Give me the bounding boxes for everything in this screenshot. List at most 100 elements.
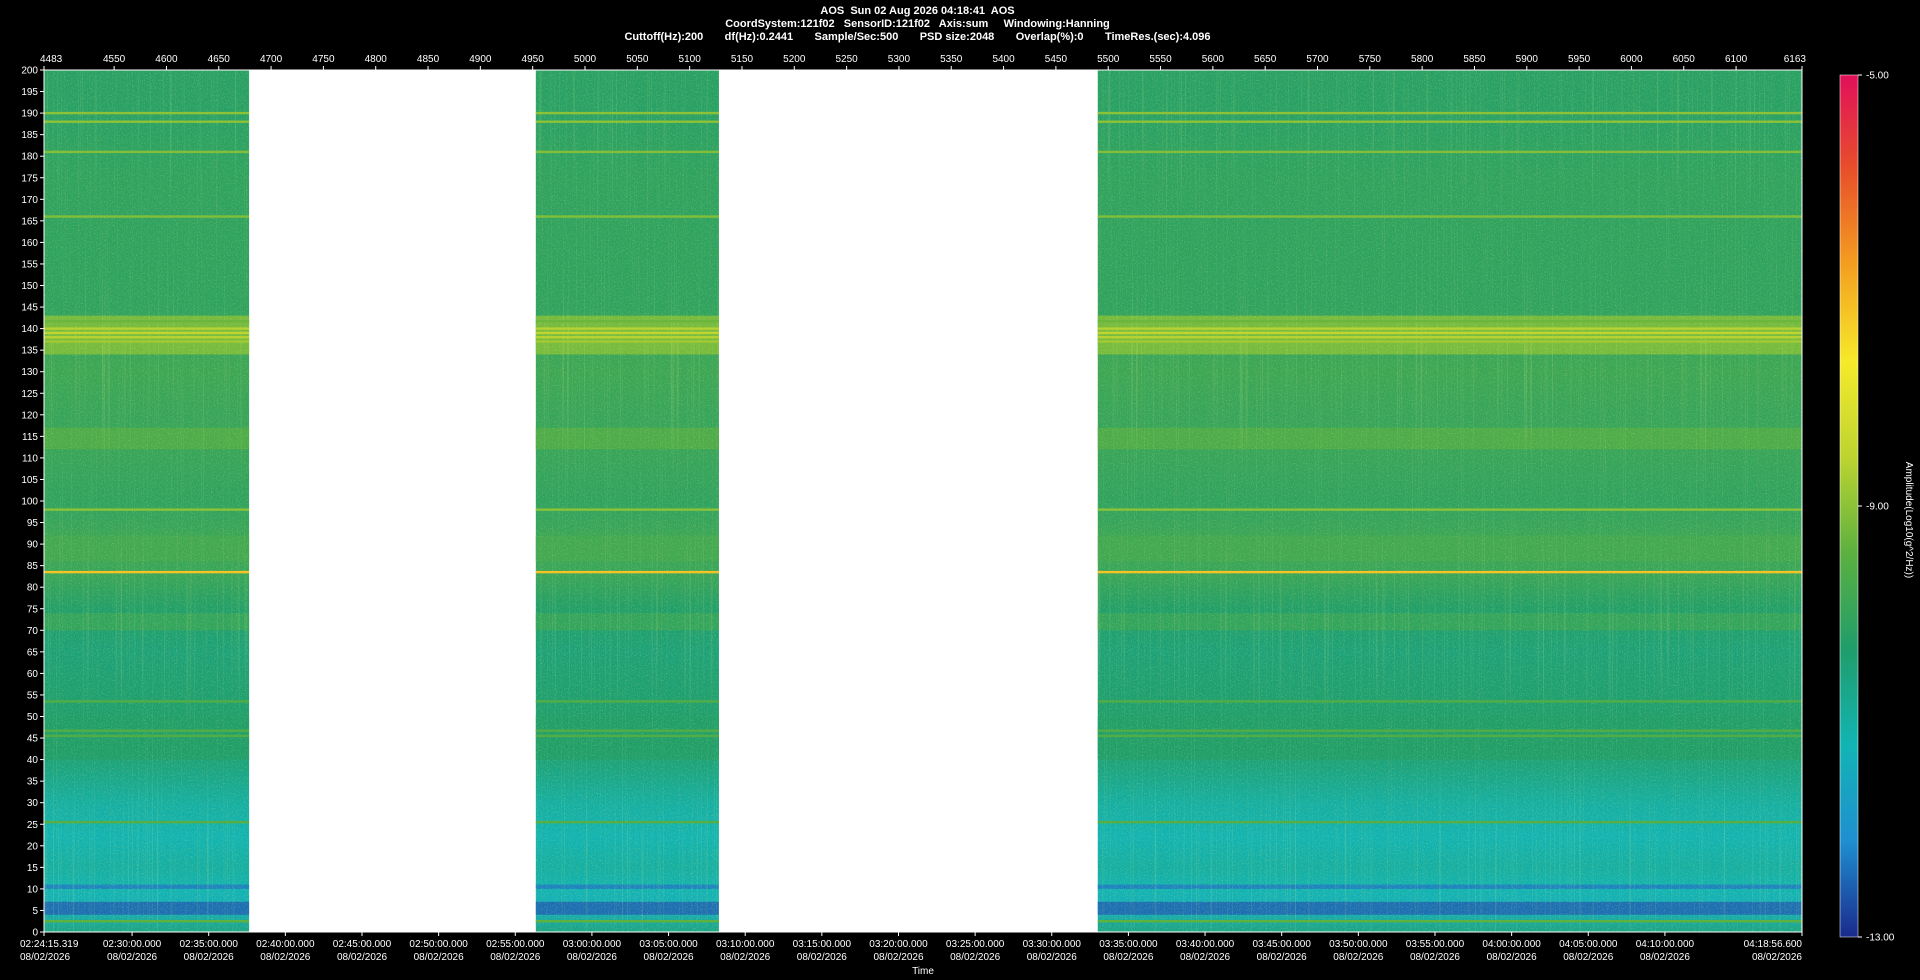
frequency-line	[44, 734, 250, 738]
y-tick-label: 125	[21, 389, 38, 400]
time-tick-label: 02:40:00.000	[256, 939, 315, 950]
time-tick-label: 02:30:00.000	[103, 939, 162, 950]
top-tick-label: 5400	[992, 54, 1015, 65]
y-tick-label: 70	[27, 626, 39, 637]
y-tick-label: 120	[21, 410, 38, 421]
y-tick-label: 175	[21, 173, 38, 184]
date-tick-label: 08/02/2026	[107, 952, 157, 963]
frequency-line	[44, 570, 250, 574]
frequency-line	[44, 111, 250, 115]
frequency-line	[44, 336, 250, 339]
texture-noise	[535, 70, 719, 932]
frequency-line	[44, 150, 250, 154]
frequency-line	[535, 729, 719, 732]
frequency-line	[535, 111, 719, 115]
frequency-line	[535, 508, 719, 511]
time-tick-label: 02:35:00.000	[180, 939, 239, 950]
date-tick-label: 08/02/2026	[1180, 952, 1230, 963]
frequency-line	[1097, 150, 1802, 154]
y-tick-label: 170	[21, 195, 38, 206]
date-tick-label: 08/02/2026	[414, 952, 464, 963]
top-tick-label: 5900	[1516, 54, 1539, 65]
frequency-line	[44, 215, 250, 218]
y-tick-label: 50	[27, 712, 39, 723]
top-tick-label: 4550	[103, 54, 126, 65]
y-tick-label: 25	[27, 820, 39, 831]
frequency-line	[535, 215, 719, 218]
time-tick-label: 03:00:00.000	[563, 939, 622, 950]
colorbar-tick-label: -5.00	[1866, 71, 1889, 82]
top-tick-label: 6163	[1784, 54, 1807, 65]
y-tick-label: 105	[21, 475, 38, 486]
frequency-line	[44, 820, 250, 824]
frequency-line	[1097, 700, 1802, 703]
y-tick-label: 85	[27, 561, 39, 572]
date-tick-label: 08/02/2026	[1257, 952, 1307, 963]
frequency-line	[535, 336, 719, 339]
frequency-line	[535, 700, 719, 703]
frequency-line	[1097, 340, 1802, 343]
spectrogram-segment	[44, 70, 250, 932]
y-tick-label: 115	[22, 432, 38, 443]
colorbar-tick-label: -9.00	[1866, 502, 1889, 513]
top-tick-label: 5650	[1254, 54, 1277, 65]
time-tick-label: 04:00:00.000	[1482, 939, 1541, 950]
top-tick-label: 5850	[1463, 54, 1486, 65]
date-tick-label: 08/02/2026	[1103, 952, 1153, 963]
spectrogram-segment	[1097, 70, 1802, 932]
y-tick-label: 5	[32, 906, 38, 917]
time-tick-label: 02:24:15.319	[20, 939, 79, 950]
y-tick-label: 150	[21, 281, 38, 292]
top-tick-label: 5800	[1411, 54, 1434, 65]
y-tick-label: 140	[21, 324, 38, 335]
top-tick-label: 5350	[940, 54, 963, 65]
frequency-line	[535, 327, 719, 330]
time-tick-label: 03:35:00.000	[1099, 939, 1158, 950]
y-tick-label: 60	[27, 669, 39, 680]
top-tick-label: 6000	[1620, 54, 1643, 65]
top-tick-label: 6100	[1725, 54, 1748, 65]
y-tick-label: 130	[21, 367, 38, 378]
date-tick-label: 08/02/2026	[1027, 952, 1077, 963]
frequency-line	[1097, 734, 1802, 738]
top-tick-label: 4650	[208, 54, 231, 65]
time-tick-label: 03:10:00.000	[716, 939, 775, 950]
date-tick-label: 08/02/2026	[720, 952, 770, 963]
top-tick-label: 4850	[417, 54, 440, 65]
y-tick-label: 155	[21, 259, 38, 270]
date-tick-label: 08/02/2026	[1333, 952, 1383, 963]
y-tick-label: 55	[27, 690, 39, 701]
frequency-line	[1097, 327, 1802, 330]
time-tick-label: 03:55:00.000	[1406, 939, 1465, 950]
frequency-line	[535, 920, 719, 923]
frequency-line	[535, 320, 719, 323]
colorbar-label: Amplitude(Log10(g^2/Hz))	[1903, 462, 1914, 578]
top-tick-label: 5300	[888, 54, 911, 65]
frequency-line	[44, 120, 250, 123]
frequency-line	[535, 331, 719, 335]
y-tick-label: 100	[21, 497, 38, 508]
top-tick-label: 4700	[260, 54, 283, 65]
top-tick-label: 5550	[1149, 54, 1172, 65]
frequency-line	[1097, 508, 1802, 511]
time-tick-label: 03:40:00.000	[1176, 939, 1235, 950]
date-tick-label: 08/02/2026	[20, 952, 70, 963]
top-tick-label: 5000	[574, 54, 597, 65]
time-tick-label: 02:45:00.000	[333, 939, 392, 950]
colorbar: -5.00 -9.00 -13.00 Amplitude(Log10(g^2/Hz)…	[1839, 71, 1914, 944]
date-tick-label: 08/02/2026	[1752, 952, 1802, 963]
frequency-line	[44, 920, 250, 923]
y-tick-label: 95	[27, 518, 39, 529]
x-axis-label: Time	[912, 966, 934, 977]
frequency-line	[1097, 320, 1802, 323]
index-axis: 4483 4550 4600 4650 4700 4750 4800 4850 4900 4950…	[40, 54, 1806, 70]
date-tick-label: 08/02/2026	[797, 952, 847, 963]
time-tick-label: 04:10:00.000	[1636, 939, 1695, 950]
frequency-line	[1097, 331, 1802, 335]
top-tick-label: 5700	[1306, 54, 1329, 65]
time-axis: 02:24:15.319 08/02/2026 02:30:00.000 08/02/…	[20, 932, 1803, 963]
time-tick-label: 03:25:00.000	[946, 939, 1005, 950]
frequency-line	[535, 150, 719, 154]
y-tick-label: 45	[27, 734, 39, 745]
frequency-line	[1097, 215, 1802, 218]
